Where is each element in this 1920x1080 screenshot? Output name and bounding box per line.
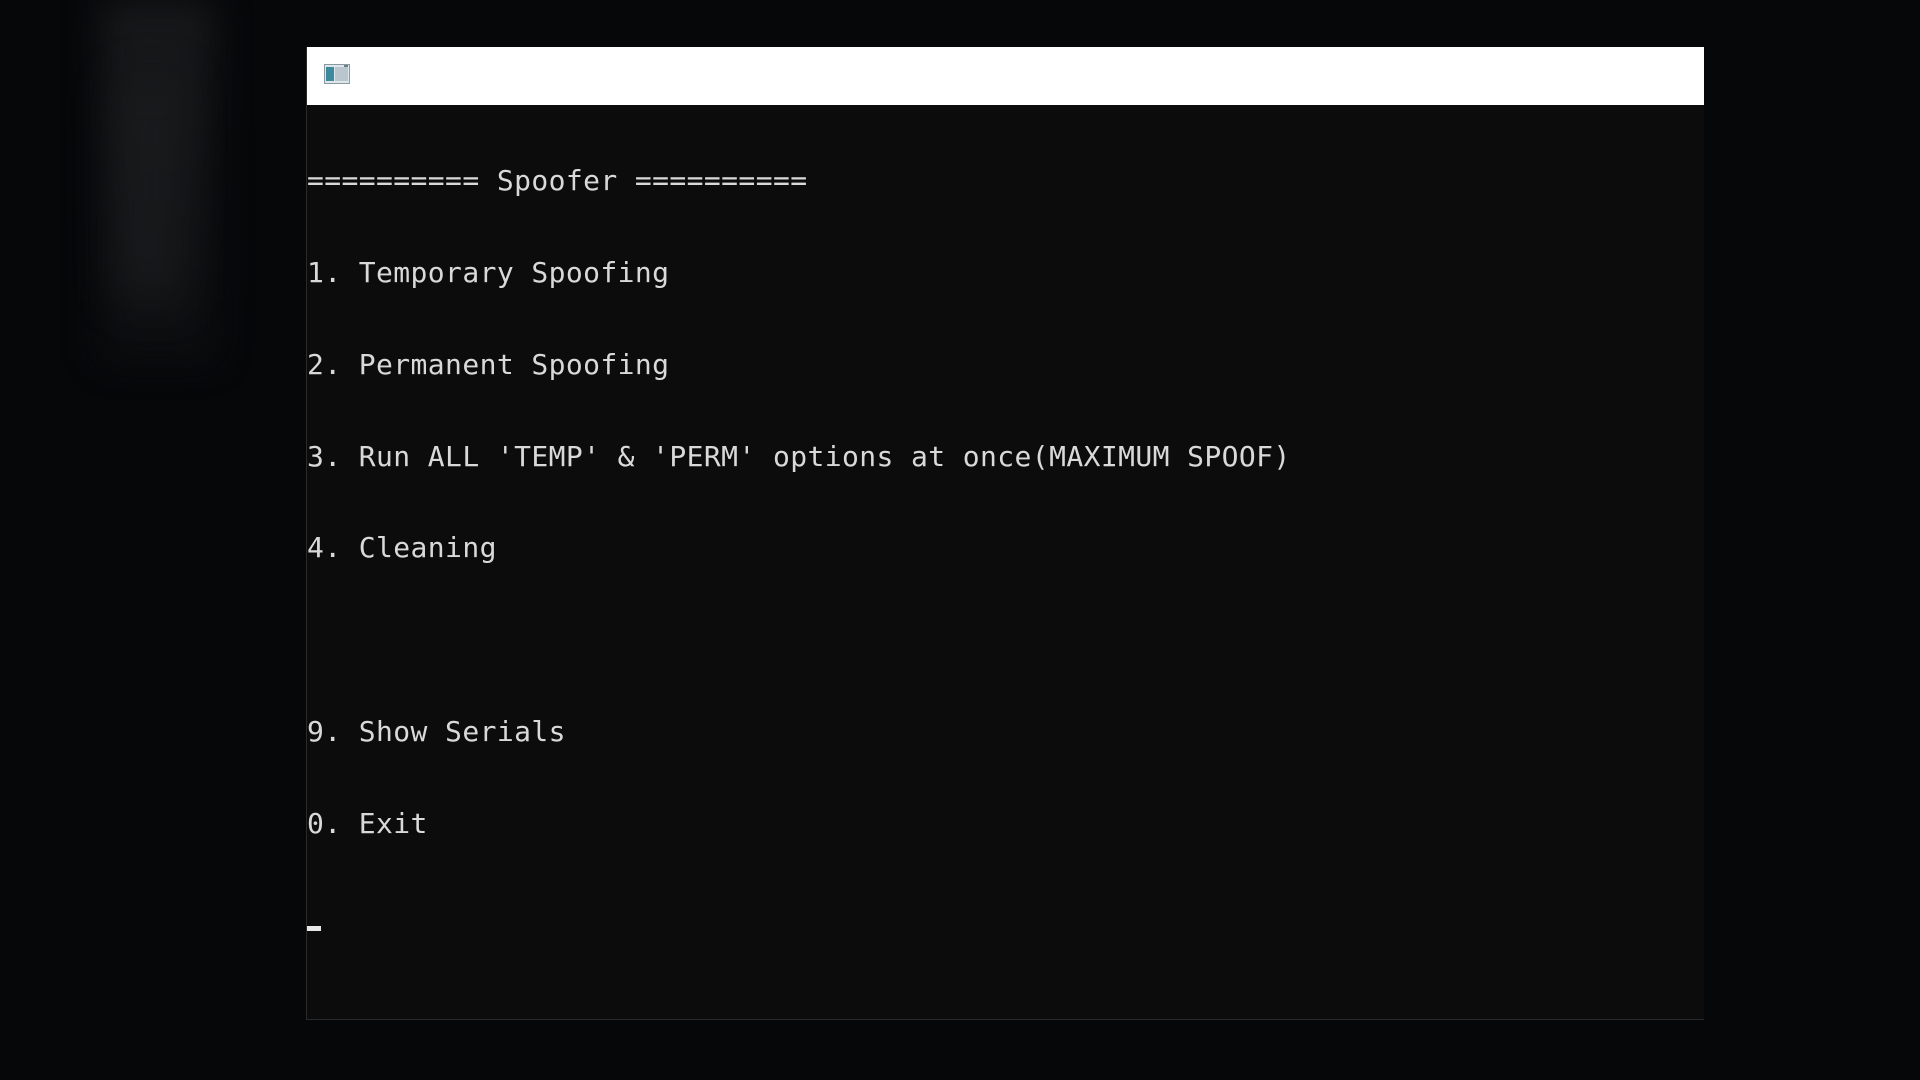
text-cursor [307,926,321,932]
console-window-icon[interactable] [324,64,350,84]
menu-option-exit: 0. Exit [307,806,428,840]
input-prompt-line[interactable] [307,900,1704,932]
title-bar[interactable] [307,47,1704,105]
console-window[interactable]: ========== Spoofer ========== 1. Tempora… [306,47,1704,1020]
menu-option-temporary-spoofing: 1. Temporary Spoofing [307,255,670,289]
menu-option-permanent-spoofing: 2. Permanent Spoofing [307,347,670,381]
menu-option-show-serials: 9. Show Serials [307,714,566,748]
blurred-background-detail [120,80,180,300]
menu-header: ========== Spoofer ========== [307,164,808,198]
menu-option-maximum-spoof: 3. Run ALL 'TEMP' & 'PERM' options at on… [307,439,1291,473]
menu-option-cleaning: 4. Cleaning [307,531,497,565]
console-output[interactable]: ========== Spoofer ========== 1. Tempora… [307,105,1704,1019]
